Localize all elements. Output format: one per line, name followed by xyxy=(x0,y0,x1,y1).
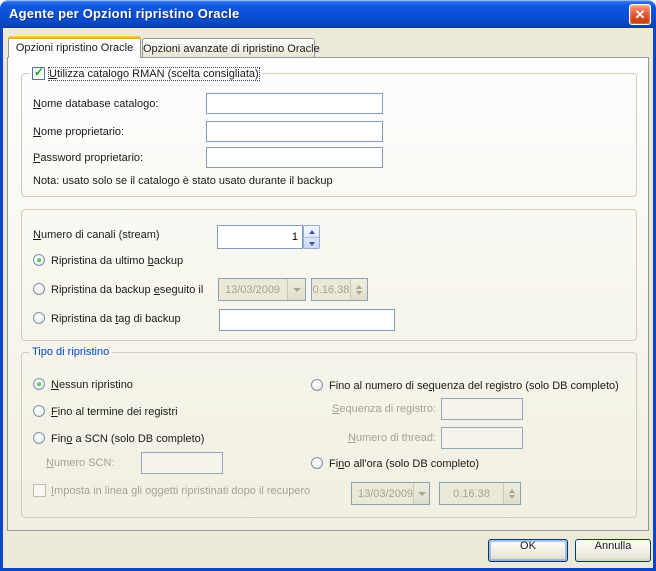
restore-by-tag-radio[interactable] xyxy=(33,312,45,324)
spin-down-icon xyxy=(308,241,315,246)
close-button[interactable]: ✕ xyxy=(629,4,651,25)
dialog-window: Agente per Opzioni ripristino Oracle ✕ O… xyxy=(0,0,656,571)
restore-by-tag-label: Ripristina da tag di backup xyxy=(51,313,181,325)
window-title: Agente per Opzioni ripristino Oracle xyxy=(9,6,240,21)
arrow-glyph xyxy=(417,491,426,496)
window-frame: Opzioni ripristino Oracle Opzioni avanza… xyxy=(0,28,656,571)
set-online-checkbox xyxy=(33,484,46,497)
restore-by-date-radio[interactable] xyxy=(33,283,45,295)
tab-opzioni-avanzate[interactable]: Opzioni avanzate di ripristino Oracle xyxy=(142,38,320,58)
time-spin-icons xyxy=(503,483,520,504)
log-sequence-label: Sequenza di registro: xyxy=(332,403,436,415)
cancel-button[interactable]: Annulla xyxy=(575,539,651,562)
spin-up-icon xyxy=(308,229,315,234)
recovery-time-value: 0.16.38 xyxy=(453,487,490,500)
backup-date-value: 13/03/2009 xyxy=(225,283,281,296)
scn-input xyxy=(141,452,223,474)
backup-date-select: 13/03/2009 xyxy=(218,278,306,301)
recovery-to-log-sequence-radio[interactable] xyxy=(311,379,323,391)
recovery-end-of-logs-label: Fino al termine dei registri xyxy=(51,406,178,418)
backup-tag-input[interactable] xyxy=(219,309,395,331)
spin-up-icon xyxy=(356,284,362,289)
channels-spin-buttons xyxy=(303,225,320,249)
recovery-none-label: Nessun ripristino xyxy=(51,379,133,391)
tab-label: Opzioni avanzate di ripristino Oracle xyxy=(143,43,320,55)
chevron-down-icon xyxy=(413,483,429,504)
backup-time-value: 0.16.38 xyxy=(312,283,350,296)
catalog-db-name-input[interactable] xyxy=(206,93,383,114)
spin-down-icon xyxy=(356,290,362,295)
backup-time-spinner: 0.16.38 xyxy=(311,278,368,301)
recovery-to-log-sequence-label: Fino al numero di sequenza del registro … xyxy=(329,380,619,392)
channels-spinner xyxy=(217,225,320,249)
channels-input[interactable] xyxy=(217,225,303,249)
scn-number-label: Numero SCN: xyxy=(46,457,115,469)
tab-opzioni-ripristino[interactable]: Opzioni ripristino Oracle xyxy=(8,36,141,58)
spin-down-button[interactable] xyxy=(304,238,319,248)
owner-password-input[interactable] xyxy=(206,147,383,168)
close-icon: ✕ xyxy=(634,7,646,22)
restore-by-date-label: Ripristina da backup eseguito il xyxy=(51,284,204,296)
recovery-time-spinner: 0.16.38 xyxy=(439,482,521,505)
arrow-glyph xyxy=(292,287,301,292)
thread-number-input xyxy=(441,427,523,449)
time-spin-icons xyxy=(350,279,367,300)
recovery-group-title: Tipo di ripristino xyxy=(32,346,110,358)
spin-up-icon xyxy=(509,488,515,493)
recovery-to-scn-label: Fino a SCN (solo DB completo) xyxy=(51,433,205,445)
spin-down-icon xyxy=(509,494,515,499)
catalog-note: Nota: usato solo se il catalogo è stato … xyxy=(33,175,333,187)
recovery-none-radio[interactable] xyxy=(33,378,45,390)
owner-password-label: Password proprietario: xyxy=(33,152,144,164)
recovery-date-value: 13/03/2009 xyxy=(358,487,414,500)
restore-latest-radio[interactable] xyxy=(33,254,45,266)
log-sequence-input xyxy=(441,398,523,420)
chevron-down-icon xyxy=(287,279,305,300)
catalog-group-legend: ✓ Utilizza catalogo RMAN (scelta consigl… xyxy=(29,65,262,81)
catalog-db-name-label: Nome database catalogo: xyxy=(33,98,159,110)
spin-up-button[interactable] xyxy=(304,226,319,238)
tab-label: Opzioni ripristino Oracle xyxy=(15,42,134,54)
channels-label: Numero di canali (stream) xyxy=(33,229,160,241)
set-online-label: Imposta in linea gli oggetti ripristinat… xyxy=(51,485,311,497)
thread-number-label: Numero di thread: xyxy=(347,432,436,444)
owner-name-input[interactable] xyxy=(206,121,383,142)
tab-page: ✓ Utilizza catalogo RMAN (scelta consigl… xyxy=(7,57,649,531)
title-bar: Agente per Opzioni ripristino Oracle ✕ xyxy=(0,0,656,28)
recovery-to-time-radio[interactable] xyxy=(311,457,323,469)
recovery-to-scn-radio[interactable] xyxy=(33,432,45,444)
owner-name-label: Nome proprietario: xyxy=(33,126,125,138)
ok-button[interactable]: OK xyxy=(488,539,568,562)
recovery-date-select: 13/03/2009 xyxy=(351,482,430,505)
rman-catalog-checkbox[interactable]: ✓ xyxy=(32,65,45,80)
recovery-end-of-logs-radio[interactable] xyxy=(33,405,45,417)
rman-catalog-label[interactable]: Utilizza catalogo RMAN (scelta consiglia… xyxy=(48,66,260,81)
restore-latest-label: Ripristina da ultimo backup xyxy=(51,255,184,267)
recovery-to-time-label: Fino all'ora (solo DB completo) xyxy=(329,458,480,470)
check-icon: ✓ xyxy=(34,65,45,79)
dialog-client-area: Opzioni ripristino Oracle Opzioni avanza… xyxy=(3,28,653,568)
